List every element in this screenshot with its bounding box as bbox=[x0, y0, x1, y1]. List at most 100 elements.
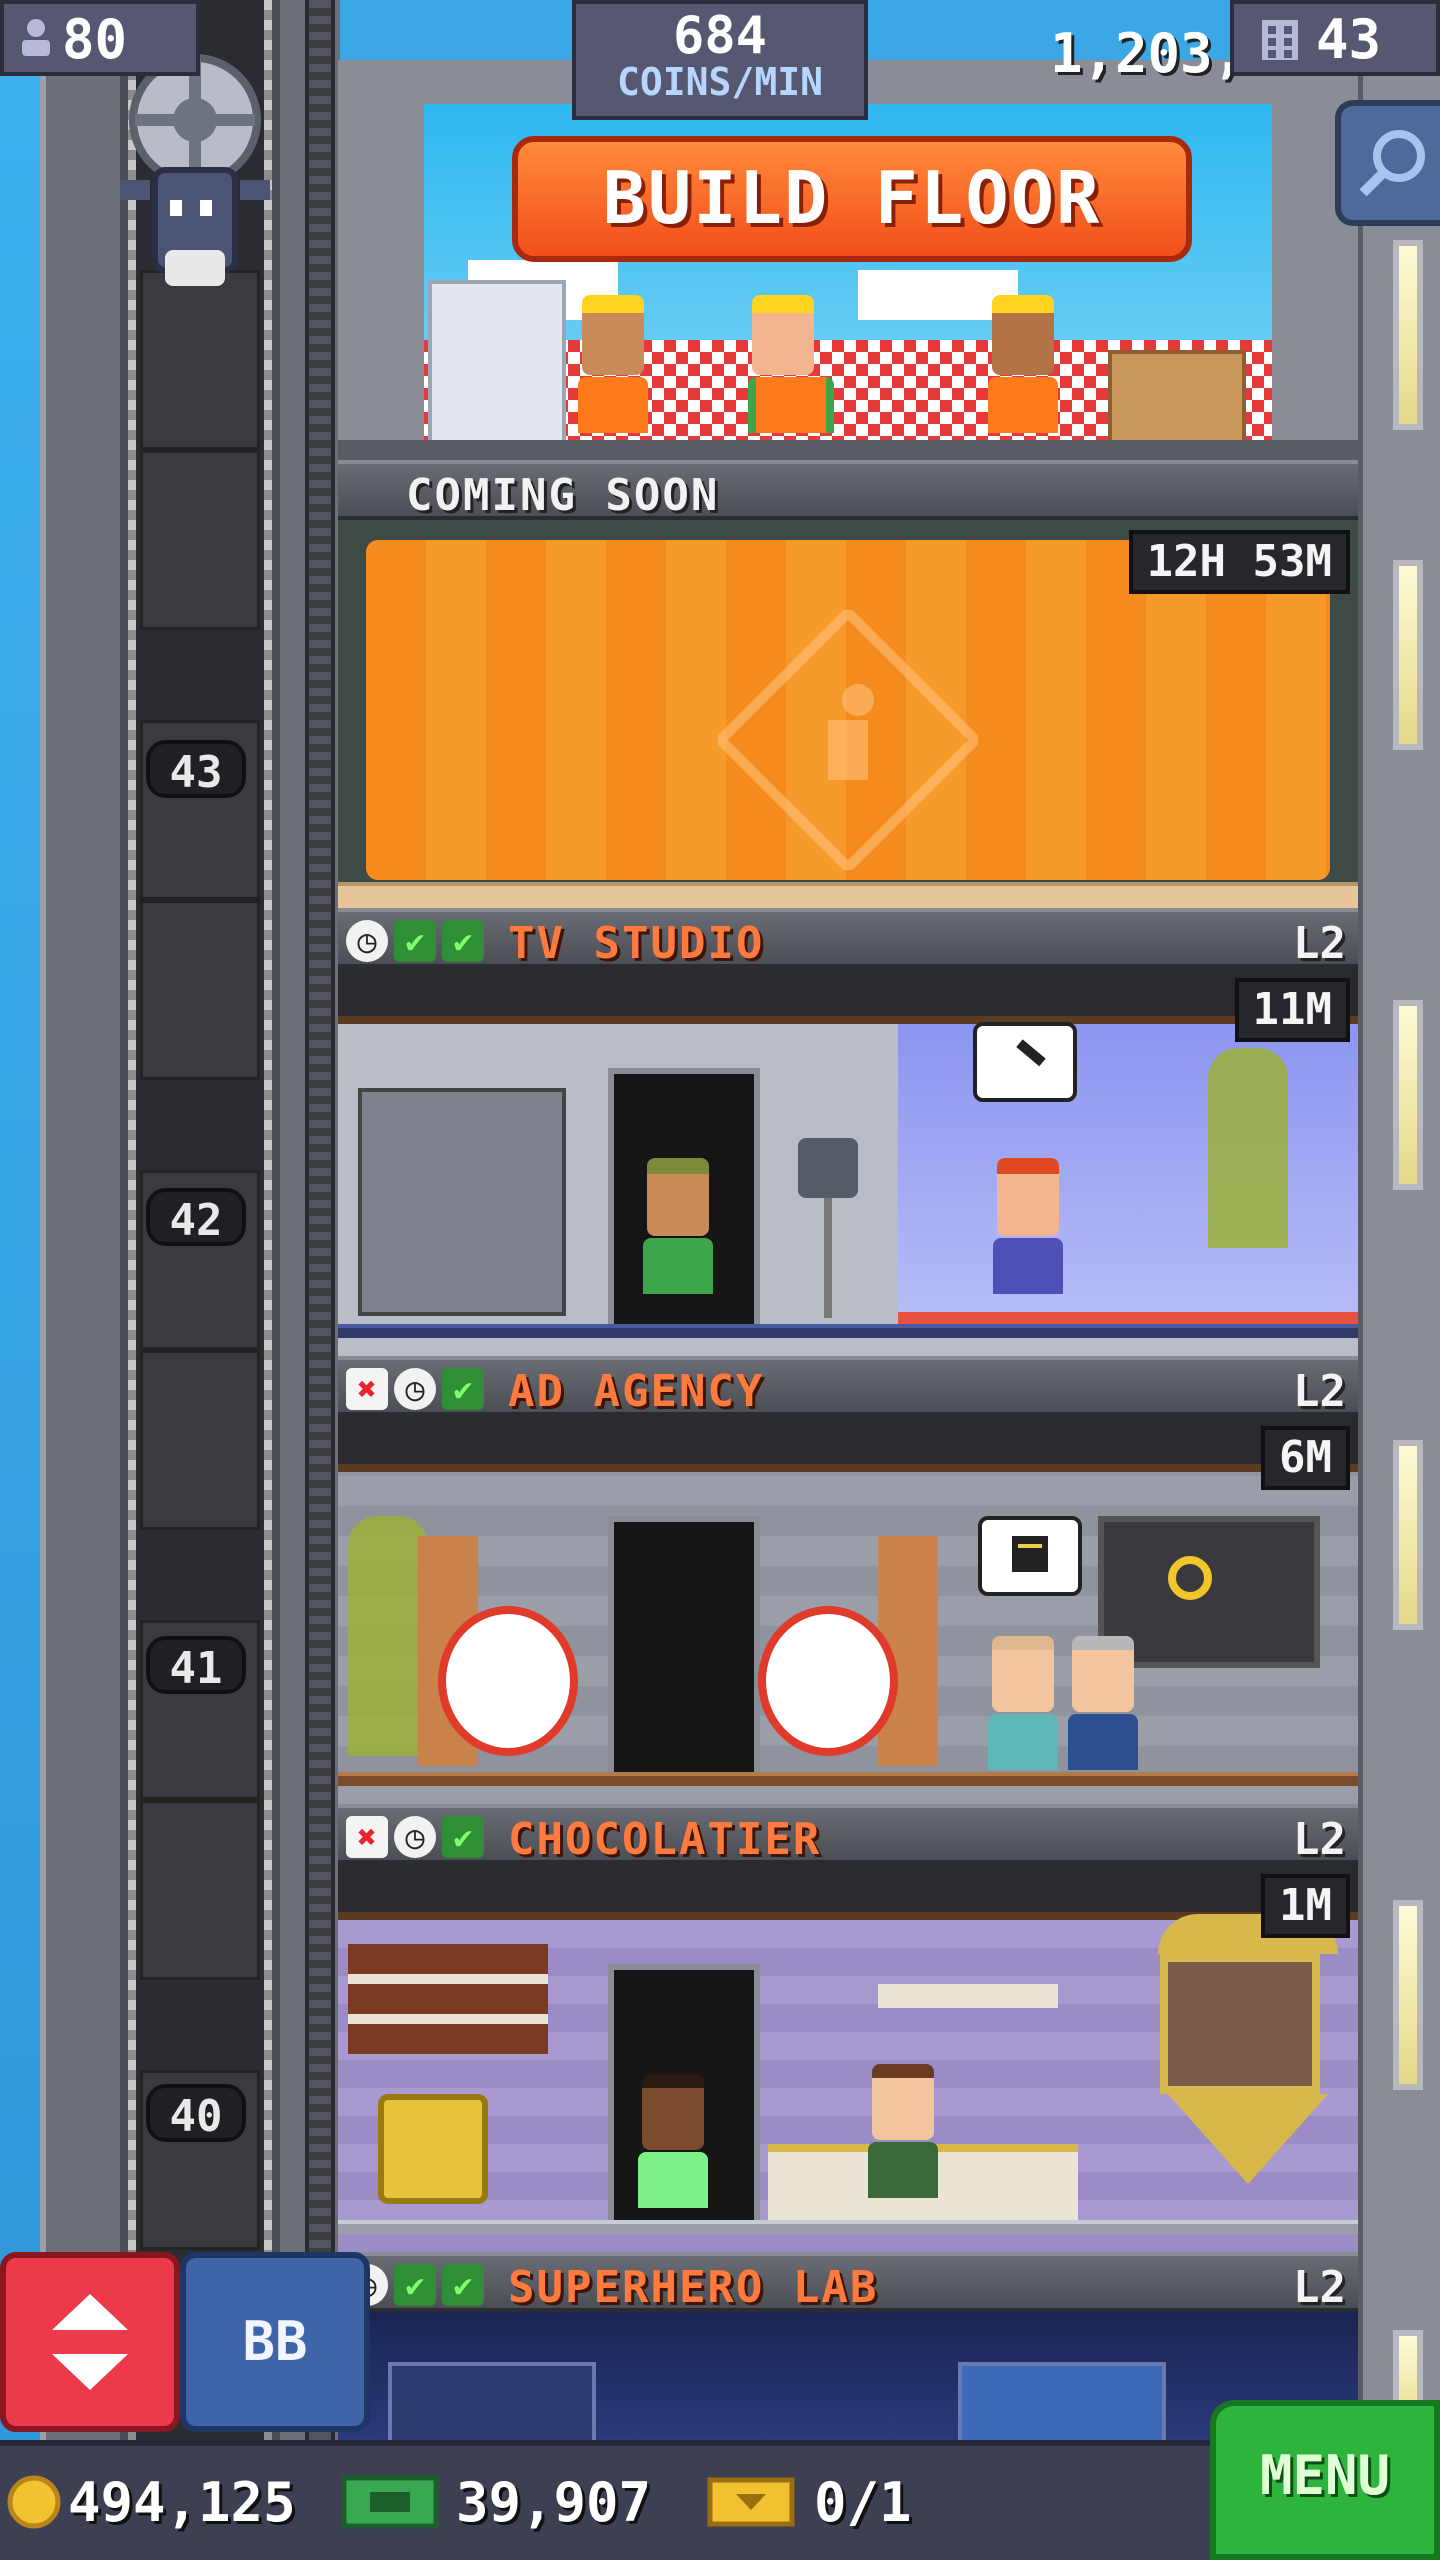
floor-timer: 1M bbox=[1261, 1874, 1350, 1938]
ring-icon bbox=[1168, 1556, 1212, 1600]
ad-agency-room bbox=[338, 1416, 1358, 1804]
coins-per-min-label: COINS/MIN bbox=[617, 60, 823, 104]
bux-icon bbox=[341, 2475, 439, 2529]
tickets-display[interactable]: 0/1 bbox=[706, 2462, 912, 2542]
floor-header: ✖ ◷ ✔ AD AGENCY L2 bbox=[338, 1356, 1358, 1417]
floor-header: ◷ ✔ ✔ SUPERHERO LAB L2 bbox=[338, 2252, 1358, 2313]
elevator-button[interactable] bbox=[0, 2252, 180, 2432]
elevator-floor-number: 41 bbox=[146, 1636, 246, 1694]
floor-name: CHOCOLATIER bbox=[508, 1814, 822, 1865]
bux-display[interactable]: 39,907 bbox=[340, 2462, 651, 2542]
under-construction-sign-icon bbox=[718, 610, 978, 870]
coins-per-min-value: 684 bbox=[673, 6, 767, 66]
document-icon bbox=[1012, 1536, 1048, 1572]
coins-per-min-display[interactable]: 684 COINS/MIN bbox=[572, 0, 868, 120]
floor-tv-studio[interactable]: ◷ ✔ ✔ TV STUDIO L2 11M bbox=[338, 908, 1358, 1356]
up-down-arrows-icon bbox=[52, 2294, 128, 2390]
worker-tv-studio bbox=[993, 1158, 1063, 1294]
check-icon: ✔ bbox=[442, 1816, 484, 1858]
ladder bbox=[305, 0, 335, 2450]
clock-icon: ◷ bbox=[346, 920, 388, 962]
floor-count-value: 43 bbox=[1316, 8, 1382, 71]
floor-chocolatier[interactable]: ✖ ◷ ✔ CHOCOLATIER L2 1M bbox=[338, 1804, 1358, 2252]
status-icons: ✖ ◷ ✔ bbox=[346, 1816, 484, 1858]
close-icon: ✖ bbox=[346, 1816, 388, 1858]
lab-screen bbox=[958, 2362, 1166, 2440]
bitbook-button[interactable]: BB bbox=[180, 2252, 370, 2432]
chocolate-shelf bbox=[348, 1944, 548, 2054]
elevator-floor-number: 42 bbox=[146, 1188, 246, 1246]
stage-edge bbox=[898, 1312, 1358, 1324]
plant bbox=[348, 1516, 428, 1756]
construction-worker bbox=[988, 295, 1058, 433]
floor-timer: 6M bbox=[1261, 1426, 1350, 1490]
worker-ad-agency bbox=[1068, 1636, 1138, 1770]
floor-superhero-lab[interactable]: ◷ ✔ ✔ SUPERHERO LAB L2 bbox=[338, 2252, 1358, 2440]
floor-line bbox=[338, 2220, 1358, 2234]
worker-chocolatier bbox=[638, 2074, 708, 2208]
worker-chocolatier bbox=[868, 2064, 938, 2198]
floor-level: L2 bbox=[1293, 2262, 1346, 2313]
lab-console bbox=[388, 2362, 596, 2440]
speech-bubble[interactable] bbox=[978, 1516, 1082, 1596]
clock-icon: ◷ bbox=[394, 1368, 436, 1410]
window bbox=[1393, 1900, 1423, 2090]
construction-floor[interactable]: COMING SOON 12H 53M bbox=[338, 460, 1358, 908]
check-icon: ✔ bbox=[394, 2264, 436, 2306]
window bbox=[1393, 1440, 1423, 1630]
egg-chair bbox=[438, 1606, 578, 1756]
construction-worker bbox=[578, 295, 648, 433]
population-counter[interactable]: 80 bbox=[0, 0, 200, 76]
chocolatier-room bbox=[338, 1864, 1358, 2252]
window bbox=[1393, 240, 1423, 430]
floor-level: L2 bbox=[1293, 1814, 1346, 1865]
floor-ad-agency[interactable]: ✖ ◷ ✔ AD AGENCY L2 6M bbox=[338, 1356, 1358, 1804]
floor-header: ✖ ◷ ✔ CHOCOLATIER L2 bbox=[338, 1804, 1358, 1865]
speech-bubble[interactable] bbox=[973, 1022, 1077, 1102]
worker-ad-agency bbox=[988, 1636, 1058, 1770]
zoom-button[interactable] bbox=[1335, 100, 1440, 226]
chocolate-shelf bbox=[878, 1984, 1058, 2008]
ceiling bbox=[338, 1416, 1358, 1472]
person-icon bbox=[22, 19, 50, 56]
menu-button[interactable]: MENU bbox=[1210, 2400, 1440, 2560]
doorway bbox=[608, 1516, 760, 1778]
population-value: 80 bbox=[62, 8, 128, 71]
coins-value: 494,125 bbox=[68, 2470, 296, 2534]
floor-header: ◷ ✔ ✔ TV STUDIO L2 bbox=[338, 908, 1358, 969]
elevator-floor-number: 40 bbox=[146, 2084, 246, 2142]
status-icons: ◷ ✔ ✔ bbox=[346, 920, 484, 962]
shaft-segment bbox=[140, 900, 260, 1080]
blue-backdrop bbox=[898, 1024, 1358, 1324]
ceiling bbox=[338, 968, 1358, 1024]
floor-name: TV STUDIO bbox=[508, 918, 765, 969]
egg-chair bbox=[758, 1606, 898, 1756]
build-floor-button[interactable]: BUILD FLOOR bbox=[512, 136, 1192, 262]
floor-name: COMING SOON bbox=[406, 470, 720, 521]
check-icon: ✔ bbox=[442, 2264, 484, 2306]
ceiling bbox=[338, 1864, 1358, 1920]
tv-studio-room bbox=[338, 968, 1358, 1356]
construction-timer: 12H 53M bbox=[1128, 530, 1350, 594]
elevator-rail-left bbox=[128, 0, 136, 2450]
chocolate-machine bbox=[1158, 1914, 1338, 2204]
bux-value: 39,907 bbox=[456, 2470, 652, 2534]
check-icon: ✔ bbox=[394, 920, 436, 962]
coin-icon bbox=[7, 2475, 61, 2529]
ticket-icon bbox=[707, 2477, 795, 2527]
floor-counter[interactable]: 43 bbox=[1230, 0, 1440, 76]
crate bbox=[1108, 350, 1246, 452]
construction-worker bbox=[748, 295, 834, 433]
microphone-icon bbox=[1016, 1039, 1046, 1067]
window bbox=[1393, 1000, 1423, 1190]
cement-bag bbox=[428, 280, 566, 448]
shaft-segment bbox=[140, 1350, 260, 1530]
coins-display[interactable]: 494,125 bbox=[6, 2462, 296, 2542]
elevator-rail-right bbox=[264, 0, 272, 2450]
magnifier-icon bbox=[1359, 130, 1425, 197]
build-floor-base bbox=[338, 440, 1358, 460]
tower-right-wall bbox=[1355, 0, 1440, 2450]
construction-floor-base bbox=[338, 882, 1358, 908]
superhero-lab-room bbox=[338, 2312, 1358, 2440]
elevator-car[interactable] bbox=[100, 50, 290, 320]
